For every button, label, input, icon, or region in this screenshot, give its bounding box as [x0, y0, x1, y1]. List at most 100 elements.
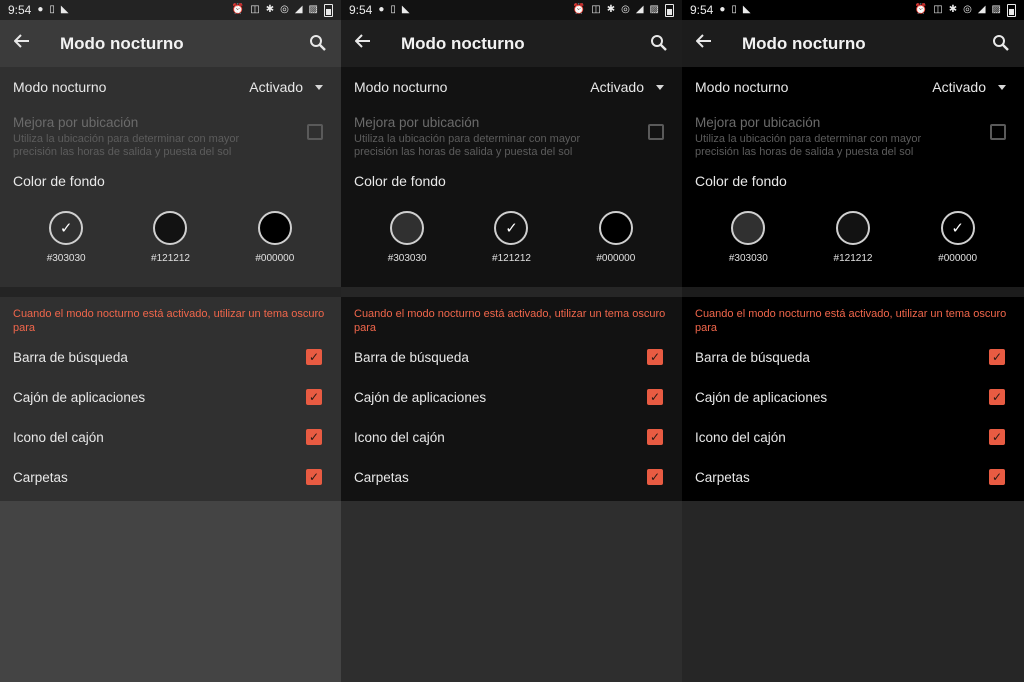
location-row: Mejora por ubicación Utiliza la ubicació…	[341, 107, 682, 163]
swatch-000000[interactable]: #000000	[576, 211, 656, 287]
search-icon[interactable]	[992, 34, 1012, 54]
option-folders[interactable]: Carpetas ✓	[0, 457, 341, 497]
checkbox-checked[interactable]: ✓	[647, 429, 663, 445]
night-mode-dropdown[interactable]: Activado	[249, 79, 323, 95]
option-app-drawer[interactable]: Cajón de aplicaciones ✓	[341, 377, 682, 417]
empty-area	[341, 501, 682, 682]
option-drawer-icon[interactable]: Icono del cajón ✓	[341, 417, 682, 457]
location-checkbox[interactable]	[307, 124, 323, 140]
option-app-drawer[interactable]: Cajón de aplicaciones ✓	[682, 377, 1024, 417]
option-label: Barra de búsqueda	[354, 349, 469, 365]
swatch-121212[interactable]: #121212	[813, 211, 893, 287]
checkbox-checked[interactable]: ✓	[306, 469, 322, 485]
swatch-circle[interactable]	[257, 211, 292, 245]
option-label: Icono del cajón	[695, 429, 786, 445]
phone-icon: ▯	[731, 4, 737, 15]
option-label: Carpetas	[354, 469, 409, 485]
check-icon: ✓	[951, 219, 964, 237]
option-label: Icono del cajón	[13, 429, 104, 445]
option-search-bar[interactable]: Barra de búsqueda ✓	[341, 337, 682, 377]
checkbox-checked[interactable]: ✓	[989, 469, 1005, 485]
swatch-circle[interactable]	[598, 211, 633, 245]
alarm-icon: ⏰	[914, 4, 928, 15]
swatch-circle[interactable]: ✓	[494, 211, 529, 245]
check-icon: ✓	[505, 219, 518, 237]
back-arrow-icon[interactable]	[695, 33, 728, 55]
swatch-000000[interactable]: #000000	[235, 211, 315, 287]
back-arrow-icon[interactable]	[354, 33, 387, 55]
option-folders[interactable]: Carpetas ✓	[682, 457, 1024, 497]
checkbox-checked[interactable]: ✓	[306, 349, 322, 365]
nfc-icon: ◫	[933, 4, 943, 15]
option-search-bar[interactable]: Barra de búsqueda ✓	[0, 337, 341, 377]
swatch-circle[interactable]: ✓	[940, 211, 975, 245]
signal-icon: ◢	[977, 4, 986, 15]
night-mode-row[interactable]: Modo nocturno Activado	[682, 67, 1024, 107]
checkbox-checked[interactable]: ✓	[306, 429, 322, 445]
status-bar: 9:54 ● ▯ ◣ ⏰ ◫ ✱ ◎ ◢ ▨	[0, 0, 341, 20]
screenshot-collage: 9:54 ● ▯ ◣ ⏰ ◫ ✱ ◎ ◢ ▨ Modo nocturno Mod…	[0, 0, 1024, 682]
cast-icon: ◣	[742, 4, 751, 15]
swatch-121212[interactable]: #121212	[130, 211, 210, 287]
empty-area	[682, 501, 1024, 682]
dark-theme-section: Cuando el modo nocturno está activado, u…	[0, 297, 341, 501]
option-label: Carpetas	[695, 469, 750, 485]
swatch-circle[interactable]	[390, 211, 425, 245]
swatch-121212[interactable]: ✓ #121212	[471, 211, 551, 287]
settings-panel: Modo nocturno Activado Mejora por ubicac…	[341, 67, 682, 287]
battery-icon	[665, 3, 674, 17]
swatch-303030[interactable]: #303030	[367, 211, 447, 287]
swatch-group: #303030 ✓ #121212 #000000	[341, 199, 682, 287]
nfc-icon: ◫	[591, 4, 601, 15]
checkbox-checked[interactable]: ✓	[306, 389, 322, 405]
no-sim-icon: ▨	[991, 4, 1001, 15]
location-row: Mejora por ubicación Utiliza la ubicació…	[682, 107, 1024, 163]
option-label: Barra de búsqueda	[695, 349, 810, 365]
checkbox-checked[interactable]: ✓	[647, 389, 663, 405]
swatch-label: #303030	[387, 253, 427, 264]
location-checkbox[interactable]	[648, 124, 664, 140]
page-title: Modo nocturno	[401, 33, 525, 53]
hotspot-icon: ◎	[280, 4, 289, 15]
location-title: Mejora por ubicación	[695, 115, 821, 130]
back-arrow-icon[interactable]	[13, 33, 46, 55]
night-mode-value: Activado	[590, 79, 644, 95]
swatch-303030[interactable]: ✓ #303030	[26, 211, 106, 287]
swatch-group: ✓ #303030 #121212 #000000	[0, 199, 341, 287]
checkbox-checked[interactable]: ✓	[647, 349, 663, 365]
toolbar: Modo nocturno	[682, 20, 1024, 67]
status-bar: 9:54 ● ▯ ◣ ⏰ ◫ ✱ ◎ ◢ ▨	[682, 0, 1024, 20]
location-checkbox[interactable]	[990, 124, 1006, 140]
section-divider	[682, 287, 1024, 297]
checkbox-checked[interactable]: ✓	[989, 429, 1005, 445]
option-app-drawer[interactable]: Cajón de aplicaciones ✓	[0, 377, 341, 417]
option-drawer-icon[interactable]: Icono del cajón ✓	[0, 417, 341, 457]
dark-theme-note: Cuando el modo nocturno está activado, u…	[13, 308, 325, 334]
swatch-label: #000000	[255, 253, 295, 264]
check-icon: ✓	[59, 219, 73, 237]
swatch-000000[interactable]: ✓ #000000	[918, 211, 998, 287]
option-folders[interactable]: Carpetas ✓	[341, 457, 682, 497]
spotify-icon: ●	[719, 4, 726, 15]
checkbox-checked[interactable]: ✓	[647, 469, 663, 485]
search-icon[interactable]	[650, 34, 670, 54]
swatch-circle[interactable]	[731, 211, 766, 245]
phone-screen: 9:54 ● ▯ ◣ ⏰ ◫ ✱ ◎ ◢ ▨ Modo nocturno Mod…	[341, 0, 682, 682]
checkbox-checked[interactable]: ✓	[989, 349, 1005, 365]
night-mode-row[interactable]: Modo nocturno Activado	[0, 67, 341, 107]
swatch-circle[interactable]	[835, 211, 870, 245]
night-mode-dropdown[interactable]: Activado	[932, 79, 1006, 95]
settings-panel: Modo nocturno Activado Mejora por ubicac…	[682, 67, 1024, 287]
option-drawer-icon[interactable]: Icono del cajón ✓	[682, 417, 1024, 457]
phone-screen: 9:54 ● ▯ ◣ ⏰ ◫ ✱ ◎ ◢ ▨ Modo nocturno Mod…	[0, 0, 341, 682]
search-icon[interactable]	[309, 34, 329, 54]
option-label: Barra de búsqueda	[13, 349, 128, 365]
swatch-303030[interactable]: #303030	[708, 211, 788, 287]
night-mode-row[interactable]: Modo nocturno Activado	[341, 67, 682, 107]
night-mode-dropdown[interactable]: Activado	[590, 79, 664, 95]
swatch-circle[interactable]: ✓	[49, 211, 84, 245]
dark-theme-section: Cuando el modo nocturno está activado, u…	[341, 297, 682, 501]
checkbox-checked[interactable]: ✓	[989, 389, 1005, 405]
option-search-bar[interactable]: Barra de búsqueda ✓	[682, 337, 1024, 377]
swatch-circle[interactable]	[153, 211, 188, 245]
